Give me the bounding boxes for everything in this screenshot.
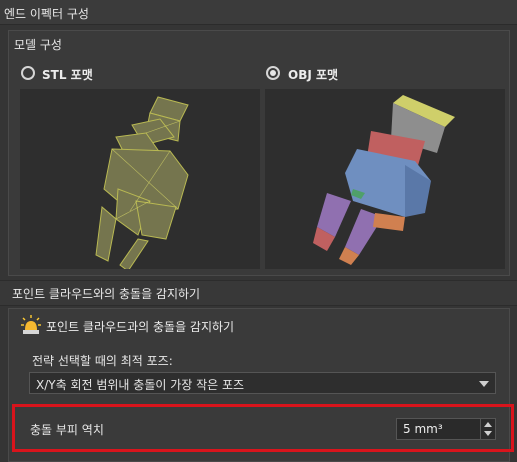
model-config-title: 모델 구성 (14, 38, 62, 52)
collision-checkbox-label[interactable]: 포인트 클라우드과의 충돌을 감지하기 (46, 318, 234, 335)
spin-up-icon[interactable] (484, 422, 492, 427)
threshold-spinbox[interactable]: 5 mm³ (396, 418, 496, 440)
threshold-value[interactable]: 5 mm³ (403, 422, 443, 436)
chevron-down-icon[interactable] (479, 381, 489, 387)
window-title-bar: 엔드 이펙터 구성 (0, 0, 517, 25)
collision-section-title: 포인트 클라우드와의 충돌을 감지하기 (12, 287, 201, 301)
spin-buttons (480, 419, 495, 439)
pose-combobox-value: X/Y축 회전 범위내 충돌이 가장 작은 포즈 (36, 378, 245, 392)
obj-format-radio[interactable] (266, 66, 280, 80)
stl-model-viewport[interactable] (20, 89, 260, 272)
window-title: 엔드 이펙터 구성 (4, 7, 89, 21)
pose-combobox[interactable]: X/Y축 회전 범위내 충돌이 가장 작은 포즈 (29, 372, 496, 394)
obj-model-preview (313, 95, 455, 265)
obj-format-label[interactable]: OBJ 포맷 (288, 66, 338, 83)
obj-model-viewport[interactable] (265, 89, 505, 269)
spin-down-icon[interactable] (484, 431, 492, 436)
stl-format-label[interactable]: STL 포맷 (42, 66, 93, 83)
threshold-label: 충돌 부피 역치 (30, 423, 104, 437)
pose-label: 전략 선택할 때의 최적 포즈: (32, 354, 173, 368)
stl-model-preview (95, 96, 189, 272)
stl-format-radio[interactable] (21, 66, 35, 80)
lamp-warning-icon[interactable] (20, 314, 42, 336)
